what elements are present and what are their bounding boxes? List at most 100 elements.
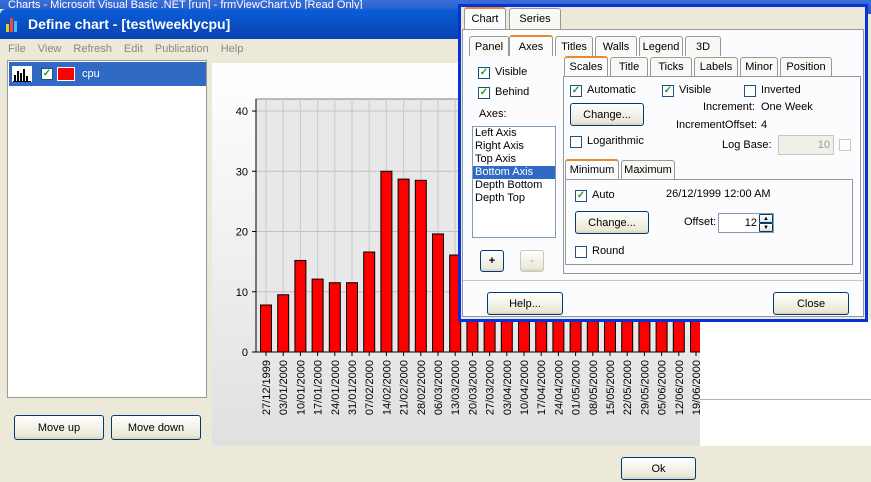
- series-name: cpu: [82, 68, 100, 80]
- window-title: Define chart - [test\weeklycpu]: [28, 16, 231, 32]
- x-tick-label: 17/01/2000: [313, 360, 325, 415]
- menu-view[interactable]: View: [38, 43, 62, 55]
- bottom-bar: [0, 446, 871, 482]
- help-button[interactable]: Help...: [487, 292, 563, 315]
- series-item-cpu[interactable]: ✓ cpu: [9, 62, 206, 86]
- add-axis-button[interactable]: +: [480, 250, 504, 272]
- axes-listbox[interactable]: Left Axis Right Axis Top Axis Bottom Axi…: [472, 126, 556, 238]
- x-tick-label: 03/01/2000: [278, 360, 290, 415]
- tab-ticks[interactable]: Ticks: [650, 57, 692, 76]
- x-tick-label: 19/06/2000: [691, 360, 700, 415]
- min-auto-checkbox[interactable]: ✓: [575, 190, 587, 202]
- menu-edit[interactable]: Edit: [124, 43, 143, 55]
- x-tick-label: 05/06/2000: [657, 360, 669, 415]
- round-checkbox[interactable]: [575, 246, 587, 258]
- x-tick-label: 08/05/2000: [588, 360, 600, 415]
- bar-chart-icon: [12, 66, 32, 82]
- x-tick-label: 03/04/2000: [502, 360, 514, 415]
- tab-axis-title[interactable]: Title: [610, 57, 648, 76]
- x-tick-label: 28/02/2000: [416, 360, 428, 415]
- bar: [397, 178, 410, 353]
- bar: [346, 282, 358, 353]
- offset-spinner[interactable]: ▲ ▼: [759, 214, 773, 232]
- automatic-label: Automatic: [587, 84, 636, 96]
- inverted-label: Inverted: [761, 84, 801, 96]
- logarithmic-checkbox[interactable]: [570, 136, 582, 148]
- axis-item-depth-top[interactable]: Depth Top: [473, 192, 555, 205]
- tab-legend[interactable]: Legend: [639, 36, 683, 56]
- menu-publication[interactable]: Publication: [155, 43, 209, 55]
- y-tick-label: 0: [242, 347, 248, 359]
- bar: [380, 170, 393, 353]
- increment-offset-value: 4: [761, 119, 768, 131]
- tab-3d[interactable]: 3D: [685, 36, 721, 56]
- tab-walls[interactable]: Walls: [595, 36, 637, 56]
- remove-axis-button[interactable]: -: [520, 250, 544, 272]
- y-tick-label: 20: [236, 227, 248, 239]
- move-down-button[interactable]: Move down: [111, 415, 201, 440]
- axis-item-left[interactable]: Left Axis: [473, 127, 555, 140]
- scales-panel: ✓ Automatic ✓ Visible Inverted Increment…: [563, 76, 861, 274]
- chart-app-icon: [6, 16, 22, 32]
- axes-behind-checkbox[interactable]: ✓: [478, 87, 490, 99]
- x-tick-label: 24/04/2000: [553, 360, 565, 415]
- tab-maximum[interactable]: Maximum: [621, 160, 675, 179]
- axes-panel: ✓ Visible ✓ Behind Axes: Left Axis Right…: [467, 56, 861, 274]
- ok-button[interactable]: Ok: [621, 457, 696, 480]
- scales-change-button[interactable]: Change...: [570, 103, 644, 126]
- tab-labels[interactable]: Labels: [694, 57, 738, 76]
- series-visible-checkbox[interactable]: ✓: [41, 68, 53, 80]
- minimum-panel: ✓ Auto 26/12/1999 12:00 AM Change... Off…: [565, 179, 853, 265]
- scale-visible-label: Visible: [679, 84, 712, 96]
- divider: [463, 280, 863, 281]
- menu-file[interactable]: File: [8, 43, 26, 55]
- axis-item-bottom[interactable]: Bottom Axis: [473, 166, 555, 179]
- bar: [294, 259, 307, 353]
- bar: [328, 282, 341, 353]
- increment-offset-label: IncrementOffset:: [676, 119, 758, 131]
- y-tick-label: 40: [236, 106, 248, 118]
- menu-refresh[interactable]: Refresh: [73, 43, 112, 55]
- tab-position[interactable]: Position: [780, 57, 832, 76]
- x-tick-label: 22/05/2000: [622, 360, 634, 415]
- tab-minimum[interactable]: Minimum: [565, 159, 619, 179]
- tab-panel[interactable]: Panel: [469, 36, 509, 56]
- tab-titles[interactable]: Titles: [555, 36, 593, 56]
- axes-visible-checkbox[interactable]: ✓: [478, 67, 490, 79]
- log-base-input[interactable]: 10: [778, 135, 834, 155]
- tab-series[interactable]: Series: [509, 8, 561, 29]
- x-tick-label: 06/03/2000: [433, 360, 445, 415]
- tab-minor[interactable]: Minor: [740, 57, 778, 76]
- tab-chart[interactable]: Chart: [464, 7, 506, 29]
- axis-item-right[interactable]: Right Axis: [473, 140, 555, 153]
- scale-visible-checkbox[interactable]: ✓: [662, 85, 674, 97]
- tab-axes[interactable]: Axes: [509, 35, 553, 56]
- inverted-checkbox[interactable]: [744, 85, 756, 97]
- bar: [260, 304, 272, 353]
- spinner-down-icon[interactable]: ▼: [759, 223, 773, 232]
- bar: [363, 251, 376, 353]
- axes-label: Axes:: [479, 108, 507, 120]
- tab-scales[interactable]: Scales: [564, 56, 608, 76]
- min-auto-label: Auto: [592, 189, 615, 201]
- x-tick-label: 15/05/2000: [605, 360, 617, 415]
- series-list-panel: ✓ cpu: [7, 60, 207, 398]
- x-tick-label: 13/03/2000: [450, 360, 462, 415]
- y-tick-label: 30: [236, 166, 248, 178]
- log-base-checkbox[interactable]: [839, 139, 851, 151]
- min-change-button[interactable]: Change...: [575, 211, 649, 234]
- spinner-up-icon[interactable]: ▲: [759, 214, 773, 223]
- close-button[interactable]: Close: [773, 292, 849, 315]
- series-color-swatch[interactable]: [57, 67, 75, 81]
- x-tick-label: 17/04/2000: [536, 360, 548, 415]
- move-up-button[interactable]: Move up: [14, 415, 104, 440]
- axes-visible-label: Visible: [495, 66, 528, 78]
- automatic-checkbox[interactable]: ✓: [570, 85, 582, 97]
- menu-help[interactable]: Help: [221, 43, 244, 55]
- axis-item-top[interactable]: Top Axis: [473, 153, 555, 166]
- x-tick-label: 10/01/2000: [295, 360, 307, 415]
- bar: [432, 233, 444, 353]
- x-tick-label: 01/05/2000: [571, 360, 583, 415]
- bar: [311, 278, 324, 353]
- axis-item-depth-bottom[interactable]: Depth Bottom: [473, 179, 555, 192]
